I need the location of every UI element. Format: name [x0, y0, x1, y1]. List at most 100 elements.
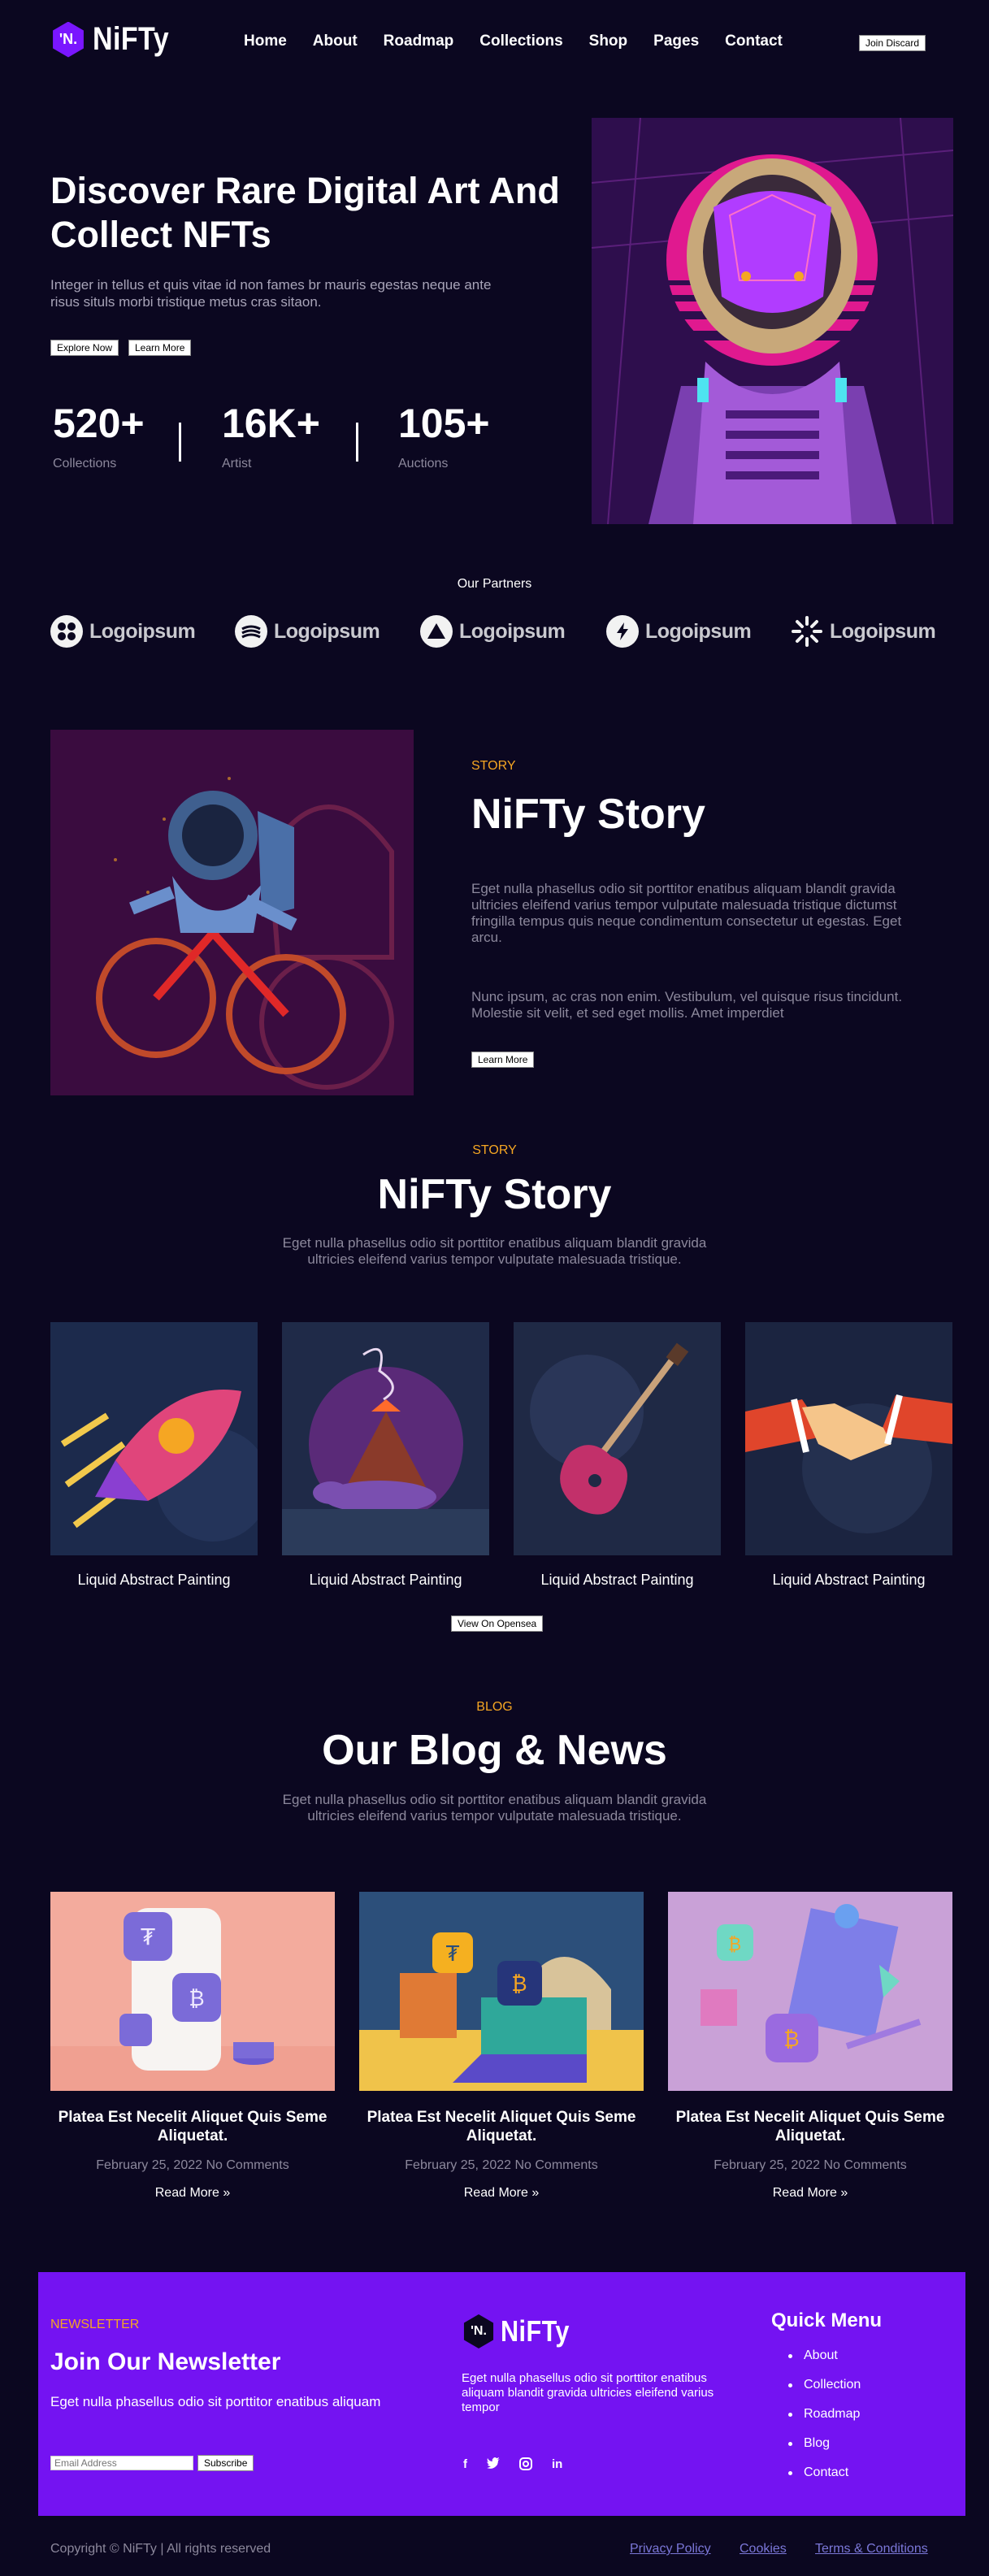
svg-text:₮: ₮: [446, 1942, 460, 1967]
quick-menu-list: About Collection Roadmap Blog Contact: [788, 2348, 861, 2495]
blog-post-comments: No Comments: [823, 2158, 907, 2172]
hero-subtitle: Integer in tellus et quis vitae id non f…: [50, 277, 492, 310]
svg-text:₿: ₿: [189, 1987, 204, 2011]
hero-title: Discover Rare Digital Art And Collect NF…: [50, 170, 560, 255]
nft-label: Liquid Abstract Painting: [540, 1572, 694, 1588]
blog-post-comments: No Comments: [206, 2158, 289, 2172]
svg-text:₿: ₿: [783, 2027, 799, 2052]
partner-logo: Logoipsum: [420, 615, 566, 648]
quick-menu-blog[interactable]: Blog: [788, 2436, 861, 2451]
nft-image-rocket[interactable]: [50, 1322, 258, 1555]
quick-menu-roadmap[interactable]: Roadmap: [788, 2407, 861, 2422]
main-nav: Home About Roadmap Collections Shop Page…: [244, 33, 783, 50]
stat-label: Artist: [222, 457, 252, 471]
linkedin-icon[interactable]: in: [552, 2457, 562, 2474]
blog-image-crypto-stage[interactable]: ₮ ₿: [359, 1892, 644, 2091]
blog-text: Eget nulla phasellus odio sit porttitor …: [282, 1792, 707, 1824]
stat-label: Auctions: [398, 457, 449, 471]
email-input[interactable]: [50, 2456, 193, 2470]
partner-name: Logoipsum: [459, 619, 566, 643]
blog-image-crypto-floating[interactable]: ₿ ₿: [668, 1892, 952, 2091]
nft-image-guitar[interactable]: [514, 1322, 721, 1555]
nft-image-volcano[interactable]: [282, 1322, 489, 1555]
nft-label: Liquid Abstract Painting: [309, 1572, 462, 1588]
story-learn-more-button[interactable]: Learn More: [471, 1052, 535, 1068]
stat-divider: [179, 423, 181, 462]
story-eyebrow: STORY: [471, 759, 516, 773]
logo-hex-icon: 'N.: [463, 2314, 494, 2348]
nav-pages[interactable]: Pages: [653, 33, 699, 50]
terms-link[interactable]: Terms & Conditions: [815, 2542, 928, 2556]
hero-astronaut-image: [592, 118, 953, 524]
blog-post-meta: February 25, 2022 No Comments: [359, 2158, 644, 2173]
instagram-icon[interactable]: [519, 2457, 532, 2474]
grid-circles-icon: [50, 615, 83, 648]
partners-title: Our Partners: [457, 577, 532, 591]
view-on-opensea-button[interactable]: View On Opensea: [451, 1615, 544, 1632]
blog-eyebrow: BLOG: [476, 1700, 513, 1714]
sunburst-icon: [791, 615, 823, 648]
nav-home[interactable]: Home: [244, 33, 287, 50]
subscribe-button[interactable]: Subscribe: [197, 2455, 254, 2471]
newsletter-text: Eget nulla phasellus odio sit porttitor …: [50, 2394, 381, 2409]
nav-contact[interactable]: Contact: [725, 33, 783, 50]
blog-image-crypto-phone[interactable]: ₮ ₿: [50, 1892, 335, 2091]
logo-hex-icon: 'N.: [53, 21, 84, 58]
logo-text: NiFTy: [501, 2314, 570, 2348]
blog-post-meta: February 25, 2022 No Comments: [50, 2158, 335, 2173]
site-logo[interactable]: 'N. NiFTy: [50, 21, 183, 58]
read-more-link[interactable]: Read More »: [668, 2186, 952, 2201]
stat-value: 520+: [53, 401, 145, 446]
privacy-policy-link[interactable]: Privacy Policy: [630, 2542, 711, 2556]
nft-label: Liquid Abstract Painting: [77, 1572, 231, 1588]
partner-name: Logoipsum: [830, 619, 936, 643]
collection-title: NiFTy Story: [377, 1171, 612, 1218]
nav-shop[interactable]: Shop: [589, 33, 628, 50]
footer-logo[interactable]: 'N. NiFTy: [462, 2314, 582, 2348]
stat-label: Collections: [53, 457, 117, 471]
read-more-link[interactable]: Read More »: [359, 2186, 644, 2201]
blog-post-title[interactable]: Platea Est Necelit Aliquet Quis Seme Ali…: [668, 2108, 952, 2145]
nft-image-handshake[interactable]: [745, 1322, 952, 1555]
nav-roadmap[interactable]: Roadmap: [384, 33, 454, 50]
collection-eyebrow: STORY: [472, 1143, 517, 1157]
story-paragraph-1: Eget nulla phasellus odio sit porttitor …: [471, 881, 902, 945]
waves-circle-icon: [235, 615, 267, 648]
explore-now-button[interactable]: Explore Now: [50, 340, 119, 356]
twitter-icon[interactable]: [487, 2457, 500, 2474]
partner-name: Logoipsum: [274, 619, 380, 643]
svg-text:₮: ₮: [141, 1923, 155, 1950]
bolt-circle-icon: [606, 615, 639, 648]
learn-more-button[interactable]: Learn More: [128, 340, 192, 356]
join-discord-button[interactable]: Join Discard: [859, 35, 926, 51]
blog-post-date: February 25, 2022: [405, 2158, 512, 2172]
partner-logo: Logoipsum: [791, 615, 936, 648]
quick-menu-about[interactable]: About: [788, 2348, 861, 2363]
social-links: f in: [463, 2457, 562, 2474]
blog-post-title[interactable]: Platea Est Necelit Aliquet Quis Seme Ali…: [50, 2108, 335, 2145]
partner-logo: Logoipsum: [606, 615, 752, 648]
facebook-icon[interactable]: f: [463, 2457, 467, 2474]
blog-post-title[interactable]: Platea Est Necelit Aliquet Quis Seme Ali…: [359, 2108, 644, 2145]
read-more-link[interactable]: Read More »: [50, 2186, 335, 2201]
newsletter-title: Join Our Newsletter: [50, 2348, 281, 2375]
blog-post-date: February 25, 2022: [96, 2158, 203, 2172]
triangle-circle-icon: [420, 615, 453, 648]
quick-menu-contact[interactable]: Contact: [788, 2465, 861, 2480]
quick-menu-collection[interactable]: Collection: [788, 2378, 861, 2392]
partner-name: Logoipsum: [645, 619, 752, 643]
footer-brand-description: Eget nulla phasellus odio sit porttitor …: [462, 2371, 714, 2414]
quick-menu-title: Quick Menu: [771, 2309, 883, 2331]
stat-auctions: 105+ Auctions: [398, 400, 490, 471]
logo-text: NiFTy: [93, 21, 170, 57]
stat-value: 105+: [398, 401, 490, 446]
cookies-link[interactable]: Cookies: [740, 2542, 787, 2556]
story-title: NiFTy Story: [471, 791, 705, 838]
stat-value: 16K+: [222, 401, 320, 446]
nav-collections[interactable]: Collections: [479, 33, 562, 50]
svg-text:₿: ₿: [511, 1972, 527, 1997]
blog-post-comments: No Comments: [514, 2158, 598, 2172]
nav-about[interactable]: About: [313, 33, 358, 50]
stat-artist: 16K+ Artist: [222, 400, 320, 471]
story-astronaut-bike-image: [50, 730, 414, 1095]
